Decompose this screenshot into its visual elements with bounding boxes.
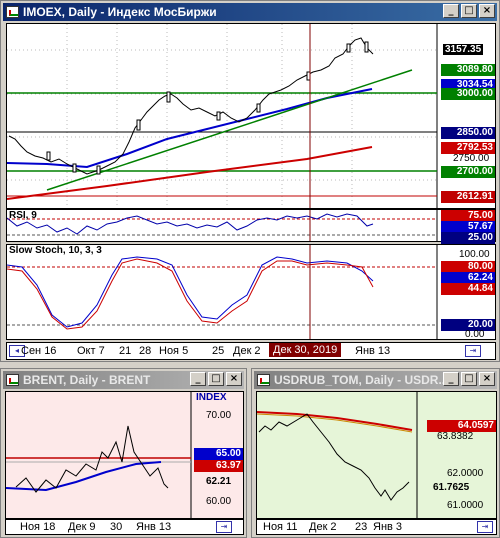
maximize-button[interactable]: □	[461, 4, 477, 18]
brent-scroll-right-button[interactable]: ⇥	[216, 521, 232, 533]
x-label-jan13: Янв 13	[355, 345, 391, 357]
x-label-25: 25	[212, 345, 225, 357]
imoex-titlebar[interactable]: IMOEX, Daily - Индекс МосБиржи _ □ ×	[3, 3, 497, 21]
usdrub-minimize-button[interactable]: _	[443, 372, 459, 386]
brent-minimize-button[interactable]: _	[190, 372, 206, 386]
imoex-price-svg	[6, 24, 438, 208]
brent-price-pane[interactable]: INDEX 70.00 65.00 63.97 62.21 60.00	[5, 391, 244, 519]
brent-x-axis: Ноя 18 Дек 9 30 Янв 13 ⇥	[5, 519, 244, 535]
x-label-oct7: Окт 7	[77, 345, 105, 357]
usdrub-close-button[interactable]: ×	[479, 372, 495, 386]
price-label-3157: 3157.35	[443, 44, 484, 55]
brent-label-62: 62.21	[206, 476, 232, 487]
x-label-dec2: Дек 2	[233, 345, 261, 357]
stoch-title: Slow Stoch, 10, 3, 3	[9, 245, 102, 256]
imoex-window[interactable]: IMOEX, Daily - Индекс МосБиржи _ □ × 315…	[0, 0, 500, 362]
usdrub-label-63838: 63.8382	[437, 431, 474, 442]
usdrub-window[interactable]: USDRUB_TOM, Daily - USDR... _ □ × 64.059…	[251, 368, 500, 538]
usdrub-title: USDRUB_TOM, Daily - USDR...	[274, 373, 449, 387]
x-label-nov5: Ноя 5	[159, 345, 189, 357]
usdrub-titlebar[interactable]: USDRUB_TOM, Daily - USDR... _ □ ×	[254, 371, 497, 389]
brent-label-70: 70.00	[206, 410, 232, 421]
brent-x-jan13: Янв 13	[136, 521, 172, 533]
price-label-2700: 2700.00	[441, 166, 495, 178]
brent-x-dec9: Дек 9	[68, 521, 96, 533]
usdrub-x-axis: Ноя 11 Дек 2 23 Янв 3 ⇥	[256, 519, 497, 535]
x-label-28: 28	[139, 345, 152, 357]
stoch-label-44: 44.84	[441, 283, 495, 295]
stoch-label-0: 0.00	[465, 329, 485, 340]
brent-titlebar[interactable]: BRENT, Daily - BRENT _ □ ×	[3, 371, 244, 389]
rsi-pane[interactable]: RSI, 9 75.00 57.67 25.00	[6, 209, 496, 244]
stoch-svg	[6, 245, 438, 339]
x-label-sep16: Сен 16	[21, 345, 57, 357]
brent-label-60: 60.00	[206, 496, 232, 507]
imoex-price-pane[interactable]: 3157.35 3089.80 3034.54 3000.00 2850.00 …	[6, 23, 496, 209]
brent-window[interactable]: BRENT, Daily - BRENT _ □ × INDEX 70.00 6…	[0, 368, 247, 538]
usdrub-price-pane[interactable]: 64.0597 63.8382 62.0000 61.7625 61.0000	[256, 391, 497, 519]
brent-x-30: 30	[110, 521, 123, 533]
brent-label-63: 63.97	[194, 460, 243, 472]
brent-label-65: 65.00	[194, 448, 243, 460]
usdrub-label-62: 62.0000	[447, 468, 484, 479]
usdrub-x-23: 23	[355, 521, 368, 533]
brent-title: BRENT, Daily - BRENT	[23, 373, 151, 387]
chart-app-icon	[6, 6, 19, 18]
brent-index-label: INDEX	[196, 392, 227, 403]
crosshair-date-label: Дек 30, 2019	[269, 343, 342, 357]
price-label-3000: 3000.00	[441, 88, 495, 100]
usdrub-x-nov11: Ноя 11	[263, 521, 298, 533]
brent-maximize-button[interactable]: □	[208, 372, 224, 386]
chart-app-icon	[6, 374, 19, 386]
rsi-title: RSI, 9	[9, 210, 37, 221]
usdrub-scroll-right-button[interactable]: ⇥	[477, 521, 493, 533]
usdrub-x-jan3: Янв 3	[373, 521, 403, 533]
brent-x-nov18: Ноя 18	[20, 521, 56, 533]
usdrub-maximize-button[interactable]: □	[461, 372, 477, 386]
stoch-pane[interactable]: Slow Stoch, 10, 3, 3 100.00 80.00 62.24 …	[6, 244, 496, 340]
price-label-3089: 3089.80	[441, 64, 495, 76]
x-label-21: 21	[119, 345, 132, 357]
imoex-x-axis: ◂ Сен 16 Окт 7 21 28 Ноя 5 25 Дек 2 Дек …	[6, 342, 496, 360]
rsi-label-25: 25.00	[441, 232, 495, 244]
rsi-svg	[6, 210, 438, 241]
imoex-title: IMOEX, Daily - Индекс МосБиржи	[23, 5, 217, 19]
minimize-button[interactable]: _	[443, 4, 459, 18]
chart-app-icon	[257, 374, 270, 386]
scroll-right-button[interactable]: ⇥	[465, 345, 481, 357]
price-label-2850: 2850.00	[441, 127, 495, 139]
price-label-2612: 2612.91	[441, 191, 495, 203]
brent-close-button[interactable]: ×	[226, 372, 242, 386]
usdrub-x-dec2: Дек 2	[309, 521, 337, 533]
usdrub-label-61762: 61.7625	[433, 482, 470, 493]
stoch-label-100: 100.00	[459, 249, 490, 260]
usdrub-label-61: 61.0000	[447, 500, 484, 511]
close-button[interactable]: ×	[479, 4, 495, 18]
price-label-2750: 2750.00	[453, 153, 490, 164]
